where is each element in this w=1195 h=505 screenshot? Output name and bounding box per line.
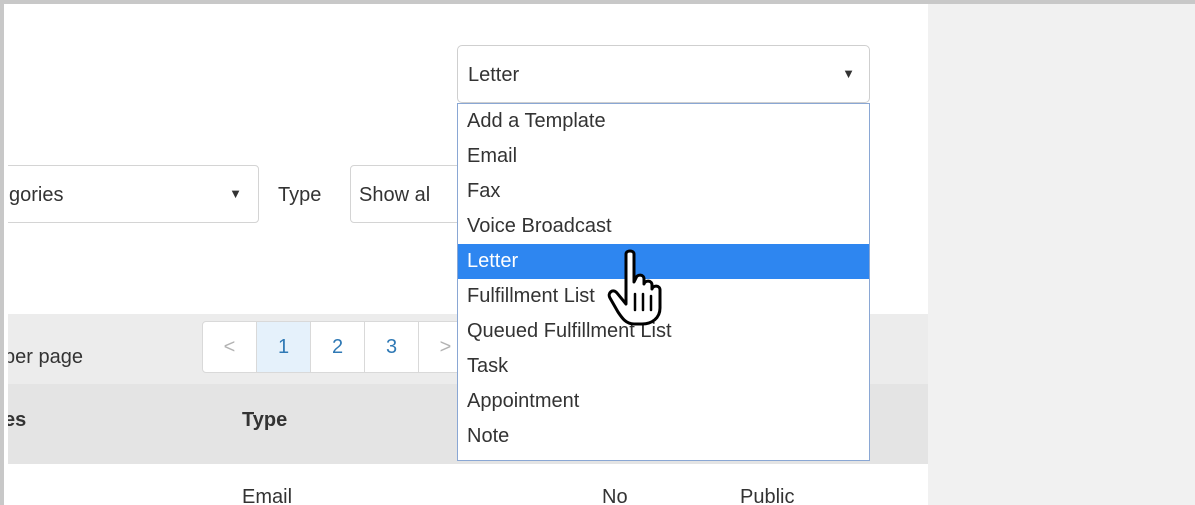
chevron-down-icon: ▼: [842, 66, 855, 81]
main-content: gories ▼ Type Show al per page < 1 2 3 >…: [8, 8, 928, 505]
template-type-select[interactable]: Letter ▼: [457, 45, 870, 103]
page-3-button[interactable]: 3: [365, 322, 419, 372]
option-fax[interactable]: Fax: [458, 174, 869, 209]
pagination: < 1 2 3 >: [202, 321, 474, 373]
right-panel: [928, 4, 1195, 505]
prev-page-button[interactable]: <: [203, 322, 257, 372]
category-select-value: gories: [9, 184, 64, 206]
option-task[interactable]: Task: [458, 349, 869, 384]
page-1-button[interactable]: 1: [257, 322, 311, 372]
column-header-type[interactable]: Type: [242, 409, 287, 432]
option-email[interactable]: Email: [458, 139, 869, 174]
type-select-value: Show al: [359, 184, 431, 206]
template-type-value: Letter: [468, 64, 520, 86]
option-note[interactable]: Note: [458, 419, 869, 454]
option-appointment[interactable]: Appointment: [458, 384, 869, 419]
option-voice-broadcast[interactable]: Voice Broadcast: [458, 209, 869, 244]
app-frame: gories ▼ Type Show al per page < 1 2 3 >…: [0, 0, 1195, 505]
hand-pointer-icon: [607, 249, 662, 326]
option-add-template[interactable]: Add a Template: [458, 104, 869, 139]
chevron-down-icon: ▼: [229, 186, 242, 201]
type-label: Type: [278, 184, 322, 206]
per-page-label: per page: [8, 346, 83, 368]
category-select[interactable]: gories ▼: [8, 165, 259, 223]
table-cell-visibility: Public: [740, 486, 795, 505]
column-header-categories[interactable]: es: [8, 409, 26, 432]
table-cell-flag: No: [602, 486, 628, 505]
table-cell-type: Email: [242, 486, 293, 505]
page-2-button[interactable]: 2: [311, 322, 365, 372]
